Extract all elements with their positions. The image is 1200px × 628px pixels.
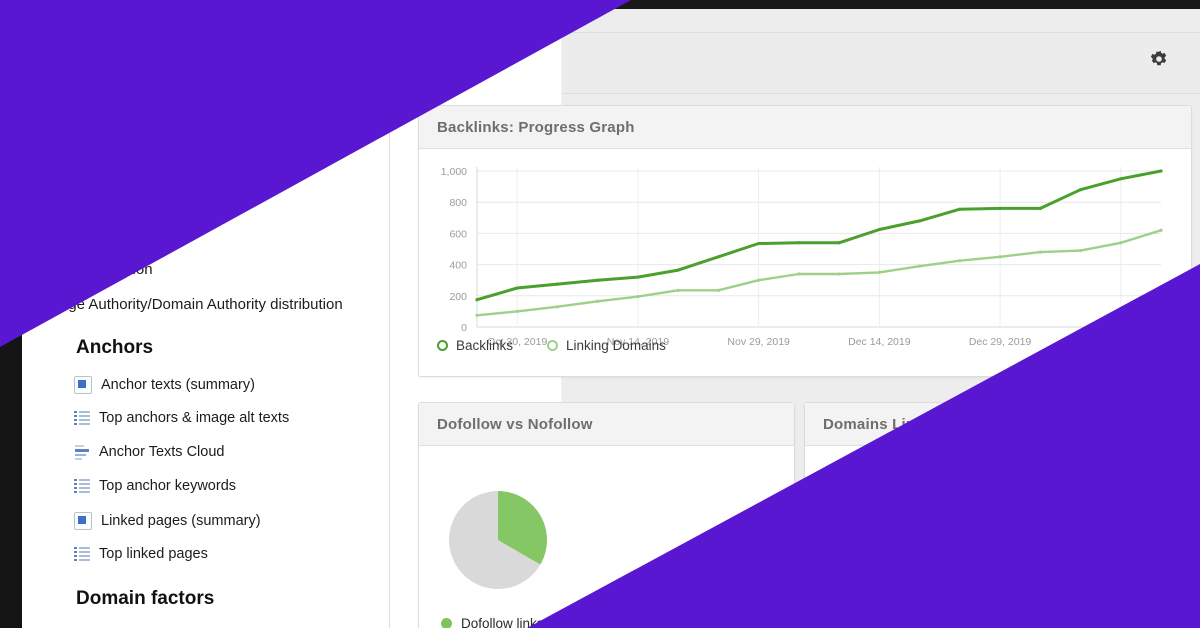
report-summary-icon bbox=[74, 376, 92, 394]
app-screenshot: distribution age Authority/Domain Author… bbox=[22, 0, 1200, 628]
pie-legend-label: Dofollow links: bbox=[461, 616, 548, 628]
svg-text:Jan 13, 2020: Jan 13, 2020 bbox=[1090, 336, 1151, 348]
pie-icon bbox=[449, 491, 547, 589]
svg-text:Dec 29, 2019: Dec 29, 2019 bbox=[969, 336, 1032, 348]
pie-legend: Dofollow links: 0.0% / 0 links Nofollow … bbox=[441, 616, 547, 628]
sidebar-section-heading-anchors: Anchors bbox=[76, 337, 154, 358]
sidebar-item-anchor-texts-summary[interactable]: Anchor texts (summary) bbox=[74, 376, 255, 394]
panel-title: Dofollow vs Nofollow bbox=[419, 403, 794, 446]
legend-marker-icon bbox=[441, 618, 452, 628]
panel-title: Backlinks: Progress Graph bbox=[419, 106, 1191, 149]
panel-dofollow-vs-nofollow: Dofollow vs Nofollow Dofollow links: 0.0… bbox=[418, 402, 795, 628]
sidebar-item-label: Linked pages (summary) bbox=[101, 513, 261, 529]
sidebar-item-label: Top anchor keywords bbox=[99, 478, 237, 494]
svg-text:0: 0 bbox=[461, 322, 467, 334]
chart-legend: Backlinks Linking Domains bbox=[437, 338, 666, 353]
list-icon bbox=[74, 478, 90, 494]
window-left-edge bbox=[0, 316, 22, 628]
legend-label: Linking Domains bbox=[566, 338, 666, 353]
gear-icon[interactable] bbox=[1148, 48, 1170, 70]
sidebar-item-top-anchor-keywords[interactable]: Top anchor keywords bbox=[74, 478, 236, 494]
sidebar-link-page-authority-distribution[interactable]: age Authority/Domain Authority distribut… bbox=[60, 296, 343, 315]
svg-text:400: 400 bbox=[449, 260, 467, 272]
legend-marker-icon bbox=[547, 340, 559, 351]
sidebar-section-heading-domain-factors: Domain factors bbox=[76, 588, 215, 609]
sidebar-item-top-linked-pages[interactable]: Top linked pages bbox=[74, 546, 208, 562]
report-summary-icon bbox=[74, 512, 92, 530]
svg-text:Dec 14, 2019: Dec 14, 2019 bbox=[848, 336, 911, 348]
dofollow-pie-chart: Dofollow links: 0.0% / 0 links Nofollow … bbox=[419, 446, 794, 628]
cloud-list-icon bbox=[74, 444, 90, 460]
sidebar-item-label: Top linked pages bbox=[99, 546, 208, 562]
panel-domains-linking: Domains Linking bbox=[804, 402, 1192, 628]
sidebar-item-label: Anchor texts (summary) bbox=[101, 377, 255, 393]
list-icon bbox=[74, 546, 90, 562]
legend-item-linking-domains[interactable]: Linking Domains bbox=[547, 338, 666, 353]
svg-text:200: 200 bbox=[449, 291, 467, 303]
panel-title: Domains Linking bbox=[805, 403, 1191, 446]
app-toolbar bbox=[562, 32, 1200, 94]
legend-label: Backlinks bbox=[456, 338, 514, 353]
list-icon bbox=[74, 410, 90, 426]
svg-text:Nov 29, 2019: Nov 29, 2019 bbox=[727, 336, 790, 348]
svg-text:1,000: 1,000 bbox=[441, 166, 467, 178]
svg-text:800: 800 bbox=[449, 197, 467, 209]
sidebar-item-label: Top anchors & image alt texts bbox=[99, 410, 290, 426]
pie-legend-row-dofollow: Dofollow links: bbox=[441, 616, 547, 628]
sidebar-item-top-anchors-image-alt-texts[interactable]: Top anchors & image alt texts bbox=[74, 410, 289, 426]
sidebar-item-anchor-texts-cloud[interactable]: Anchor Texts Cloud bbox=[74, 444, 224, 460]
screenshot-stage: distribution age Authority/Domain Author… bbox=[0, 0, 1200, 628]
panel-backlinks-progress-graph: Backlinks: Progress Graph 0 200 400 600 800 1… bbox=[418, 105, 1192, 377]
sidebar-item-linked-pages-summary[interactable]: Linked pages (summary) bbox=[74, 512, 261, 530]
report-sidebar: distribution age Authority/Domain Author… bbox=[22, 0, 390, 628]
sidebar-item-label: Anchor Texts Cloud bbox=[99, 444, 225, 460]
svg-text:600: 600 bbox=[449, 228, 467, 240]
legend-marker-icon bbox=[437, 340, 448, 351]
sidebar-link-distribution[interactable]: distribution bbox=[80, 261, 153, 280]
legend-item-backlinks[interactable]: Backlinks bbox=[437, 338, 513, 353]
